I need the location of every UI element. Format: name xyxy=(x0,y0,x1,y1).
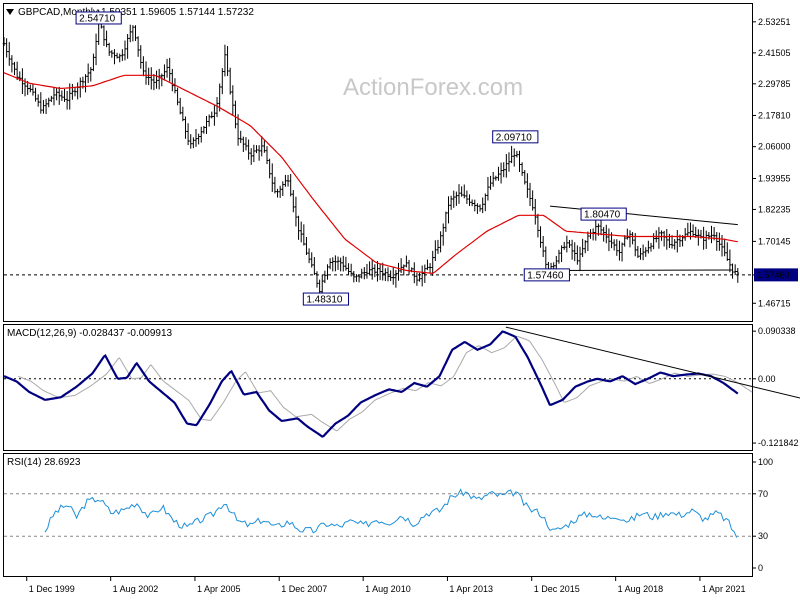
x-tick-label: 1 Aug 2018 xyxy=(618,584,664,594)
macd-trendline xyxy=(505,326,800,399)
macd-line xyxy=(3,330,739,438)
rsi-line xyxy=(44,488,738,538)
time-x-axis: 1 Dec 1999 1 Aug 2002 1 Apr 2005 1 Dec 2007… xyxy=(26,576,746,594)
rsi-y-tick-label: 70 xyxy=(758,489,768,499)
macd-title: MACD(12,26,9) -0.028437 -0.009913 xyxy=(7,328,173,339)
x-tick-label: 1 Apr 2021 xyxy=(702,584,746,594)
current-price-box: 1.57460 xyxy=(754,268,798,282)
x-tick-label: 1 Dec 2007 xyxy=(281,584,327,594)
price-y-tick-label: 2.29785 xyxy=(758,79,791,89)
price-trendline xyxy=(549,205,738,226)
macd-y-tick-label: 0.090338 xyxy=(758,326,796,336)
price-annotation-label: 1.80470 xyxy=(584,210,621,221)
price-annotation-label: 2.09710 xyxy=(496,132,533,143)
rsi-y-axis: 100 70 30 0 xyxy=(752,457,773,573)
x-tick-label: 1 Aug 2002 xyxy=(113,584,159,594)
x-tick-label: 1 Dec 1999 xyxy=(29,584,75,594)
current-price-box-label: 1.57460 xyxy=(757,270,790,280)
macd-y-tick-label: -0.121842 xyxy=(758,438,799,448)
price-annotation-label: 1.57460 xyxy=(527,270,564,281)
macd-y-tick-label: 0.00 xyxy=(758,374,776,384)
price-bars xyxy=(2,9,740,302)
x-tick-label: 1 Apr 2013 xyxy=(449,584,493,594)
price-trendline xyxy=(543,269,734,272)
moving-average-line xyxy=(3,72,738,275)
macd-signal-line xyxy=(18,335,753,432)
price-y-tick-label: 2.06000 xyxy=(758,142,791,152)
rsi-y-tick-label: 0 xyxy=(758,563,763,573)
price-annotation-label: 1.48310 xyxy=(306,295,343,306)
price-annotations: 2.54710 2.09710 1.80470 1.57460 1.48310 xyxy=(75,11,627,306)
rsi-y-tick-label: 100 xyxy=(758,457,773,467)
chart-canvas: GBPCAD,Monthly 1.59351 1.59605 1.57144 1… xyxy=(2,3,800,594)
price-y-tick-label: 2.17810 xyxy=(758,110,791,120)
price-y-tick-label: 2.53251 xyxy=(758,17,791,27)
price-y-tick-label: 1.82235 xyxy=(758,204,791,214)
watermark: ActionForex.com xyxy=(343,74,523,101)
x-tick-label: 1 Aug 2010 xyxy=(365,584,411,594)
price-annotation-label: 2.54710 xyxy=(79,13,116,24)
rsi-title: RSI(14) 28.6923 xyxy=(7,457,81,468)
price-y-tick-label: 2.41505 xyxy=(758,48,791,58)
x-tick-label: 1 Dec 2015 xyxy=(534,584,580,594)
macd-panel-frame xyxy=(3,324,753,451)
price-y-tick-label: 1.70145 xyxy=(758,236,791,246)
price-y-axis: 2.53251 2.41505 2.29785 2.17810 2.06000 1.939… xyxy=(752,17,791,308)
macd-y-axis: 0.090338 0.00 -0.121842 xyxy=(752,326,799,448)
ohlc-header: 1.59351 1.59605 1.57144 1.57232 xyxy=(101,7,254,18)
price-panel-frame xyxy=(3,3,753,322)
collapse-triangle-icon[interactable] xyxy=(6,9,14,15)
rsi-level-lines xyxy=(4,493,752,537)
price-y-tick-label: 1.46715 xyxy=(758,298,791,308)
x-tick-label: 1 Apr 2005 xyxy=(197,584,241,594)
price-y-tick-label: 1.93955 xyxy=(758,173,791,183)
rsi-y-tick-label: 30 xyxy=(758,531,768,541)
